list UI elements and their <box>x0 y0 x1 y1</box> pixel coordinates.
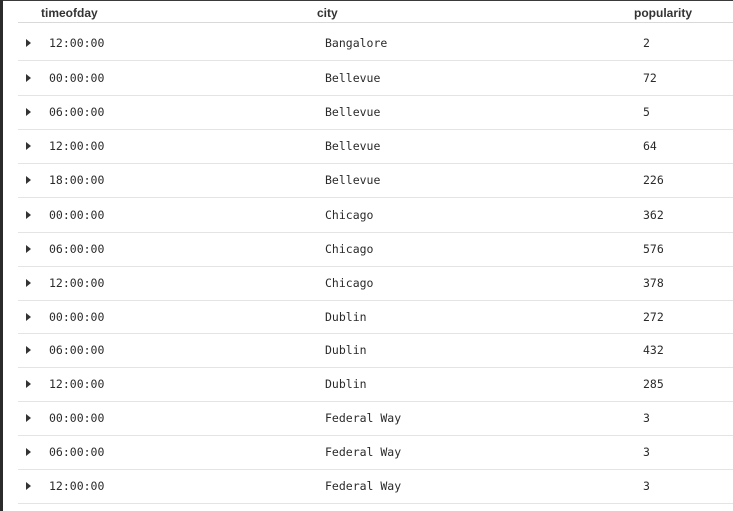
expand-arrow-icon[interactable] <box>26 448 31 456</box>
cell-timeofday: 00:00:00 <box>49 71 105 85</box>
expand-arrow-icon[interactable] <box>26 279 31 287</box>
expand-arrow-icon[interactable] <box>26 74 31 82</box>
cell-popularity: 378 <box>643 276 664 290</box>
table-row[interactable]: 12:00:00 Bellevue 64 <box>18 130 733 164</box>
cell-timeofday: 00:00:00 <box>49 208 105 222</box>
cell-popularity: 432 <box>643 343 664 357</box>
cell-city: Federal Way <box>325 411 402 425</box>
cell-timeofday: 18:00:00 <box>49 173 105 187</box>
table-row[interactable]: 18:00:00 Bellevue 226 <box>18 164 733 198</box>
cell-timeofday: 06:00:00 <box>49 343 105 357</box>
cell-popularity: 3 <box>643 445 650 459</box>
expand-arrow-icon[interactable] <box>26 142 31 150</box>
cell-timeofday: 00:00:00 <box>49 310 105 324</box>
cell-city: Bangalore <box>325 36 388 50</box>
table-row[interactable]: 12:00:00 Chicago 378 <box>18 267 733 301</box>
cell-popularity: 272 <box>643 310 664 324</box>
cell-popularity: 64 <box>643 139 657 153</box>
left-border <box>0 0 3 511</box>
expand-arrow-icon[interactable] <box>26 346 31 354</box>
cell-timeofday: 12:00:00 <box>49 479 105 493</box>
cell-popularity: 226 <box>643 173 664 187</box>
cell-popularity: 285 <box>643 377 664 391</box>
expand-arrow-icon[interactable] <box>26 380 31 388</box>
cell-city: Dublin <box>325 377 367 391</box>
cell-popularity: 2 <box>643 36 650 50</box>
cell-popularity: 72 <box>643 71 657 85</box>
column-header-popularity[interactable]: popularity <box>634 6 692 20</box>
table-row[interactable]: 12:00:00 Dublin 285 <box>18 368 733 402</box>
table-row[interactable]: 12:00:00 Bangalore 2 <box>18 26 733 61</box>
cell-city: Chicago <box>325 276 374 290</box>
cell-city: Chicago <box>325 242 374 256</box>
table-row[interactable]: 00:00:00 Dublin 272 <box>18 301 733 334</box>
table-header: timeofday city popularity <box>18 1 733 23</box>
table-row[interactable]: 00:00:00 Bellevue 72 <box>18 61 733 96</box>
column-header-timeofday[interactable]: timeofday <box>41 6 98 20</box>
cell-city: Bellevue <box>325 71 381 85</box>
cell-timeofday: 06:00:00 <box>49 242 105 256</box>
table-body: 12:00:00 Bangalore 2 00:00:00 Bellevue 72 06:0… <box>18 26 733 504</box>
cell-timeofday: 06:00:00 <box>49 105 105 119</box>
table-row[interactable]: 00:00:00 Federal Way 3 <box>18 402 733 436</box>
expand-arrow-icon[interactable] <box>26 39 31 47</box>
expand-arrow-icon[interactable] <box>26 211 31 219</box>
expand-arrow-icon[interactable] <box>26 414 31 422</box>
column-header-city[interactable]: city <box>317 6 338 20</box>
expand-arrow-icon[interactable] <box>26 482 31 490</box>
cell-timeofday: 06:00:00 <box>49 445 105 459</box>
cell-city: Federal Way <box>325 445 402 459</box>
cell-city: Dublin <box>325 343 367 357</box>
cell-popularity: 3 <box>643 411 650 425</box>
cell-timeofday: 12:00:00 <box>49 36 105 50</box>
table-row[interactable]: 06:00:00 Chicago 576 <box>18 233 733 267</box>
table-row[interactable]: 06:00:00 Dublin 432 <box>18 334 733 368</box>
cell-popularity: 576 <box>643 242 664 256</box>
expand-arrow-icon[interactable] <box>26 313 31 321</box>
cell-popularity: 362 <box>643 208 664 222</box>
table-row[interactable]: 06:00:00 Federal Way 3 <box>18 436 733 470</box>
expand-arrow-icon[interactable] <box>26 108 31 116</box>
table-row[interactable]: 00:00:00 Chicago 362 <box>18 198 733 233</box>
cell-popularity: 5 <box>643 105 650 119</box>
expand-arrow-icon[interactable] <box>26 245 31 253</box>
cell-timeofday: 12:00:00 <box>49 377 105 391</box>
table-row[interactable]: 12:00:00 Federal Way 3 <box>18 470 733 504</box>
results-grid: timeofday city popularity 12:00:00 Bangal… <box>0 0 733 511</box>
cell-timeofday: 12:00:00 <box>49 276 105 290</box>
expand-arrow-icon[interactable] <box>26 176 31 184</box>
table-row[interactable]: 06:00:00 Bellevue 5 <box>18 96 733 130</box>
cell-city: Dublin <box>325 310 367 324</box>
cell-city: Chicago <box>325 208 374 222</box>
cell-timeofday: 12:00:00 <box>49 139 105 153</box>
cell-city: Federal Way <box>325 479 402 493</box>
cell-popularity: 3 <box>643 479 650 493</box>
cell-timeofday: 00:00:00 <box>49 411 105 425</box>
cell-city: Bellevue <box>325 173 381 187</box>
cell-city: Bellevue <box>325 105 381 119</box>
cell-city: Bellevue <box>325 139 381 153</box>
